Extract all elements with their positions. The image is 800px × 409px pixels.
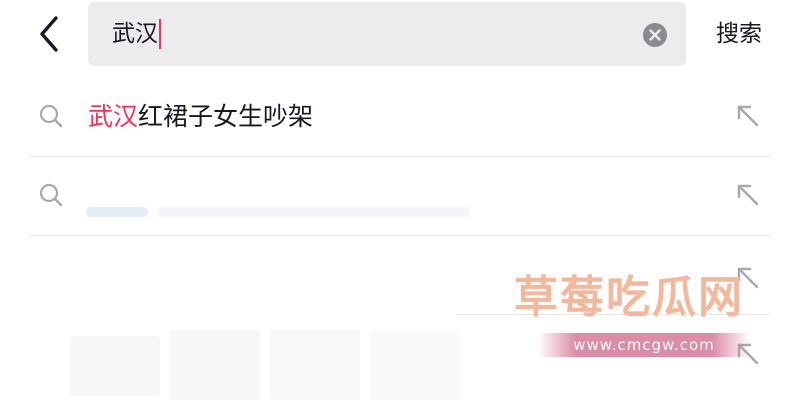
search-button[interactable]: 搜索	[716, 19, 762, 49]
suggestion-item[interactable]	[30, 157, 770, 236]
blurred-text	[270, 330, 360, 400]
blurred-text	[86, 207, 148, 217]
suggestion-item[interactable]: 武汉红裙子女生吵架	[30, 78, 770, 157]
search-input[interactable]: 武汉	[88, 2, 686, 66]
text-cursor	[159, 19, 161, 49]
watermark-title: 草莓吃瓜网	[514, 272, 744, 323]
chevron-left-icon	[40, 16, 58, 52]
suggestion-rest: 红裙子女生吵架	[138, 102, 314, 131]
blurred-text	[370, 330, 460, 400]
watermark-url: www.cmcgw.com	[573, 336, 715, 354]
blurred-text	[158, 207, 470, 217]
suggestion-text: 武汉红裙子女生吵架	[88, 100, 313, 134]
arrow-up-left-icon[interactable]	[734, 102, 762, 130]
suggestion-highlight: 武汉	[88, 102, 139, 131]
search-input-value[interactable]: 武汉	[112, 19, 161, 49]
back-button[interactable]	[30, 14, 70, 54]
clear-search-button[interactable]	[642, 22, 668, 48]
clear-circle-icon	[643, 23, 667, 47]
arrow-up-left-icon[interactable]	[734, 181, 762, 209]
blurred-text	[70, 336, 160, 396]
watermark-url-bar: www.cmcgw.com	[538, 333, 750, 357]
search-icon	[39, 183, 63, 207]
blurred-text	[170, 330, 260, 400]
search-icon	[39, 104, 63, 128]
